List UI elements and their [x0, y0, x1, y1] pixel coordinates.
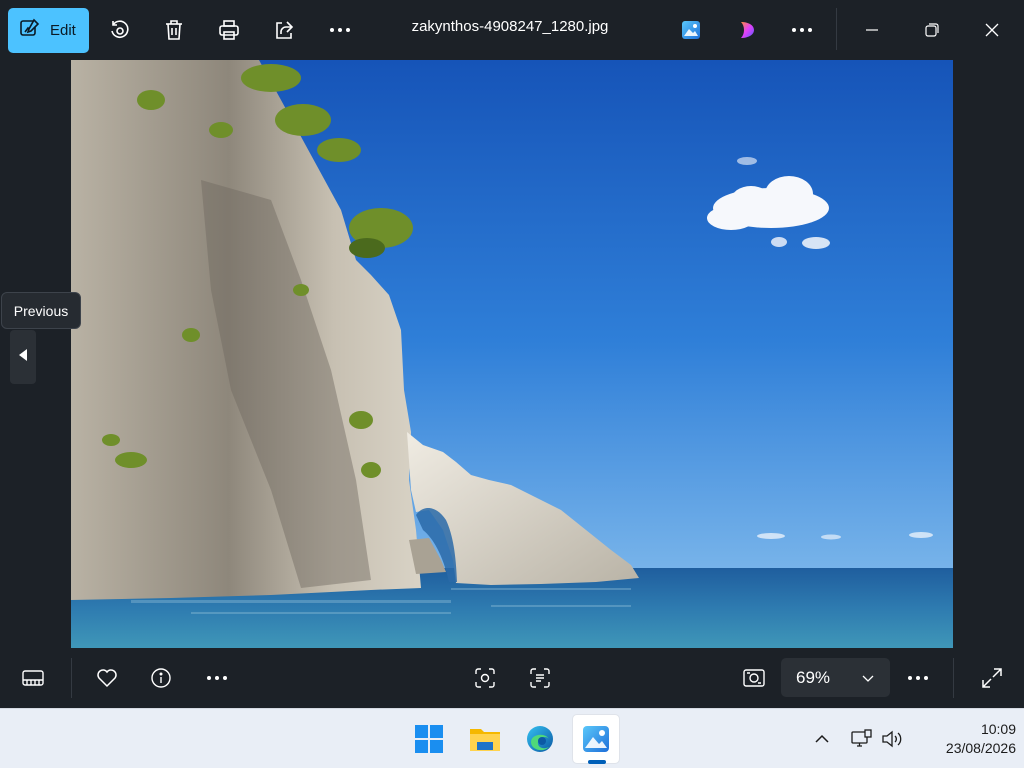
photo-image — [71, 60, 953, 648]
zoom-dropdown[interactable]: 69% — [781, 658, 890, 697]
more-icon[interactable] — [204, 665, 230, 691]
taskbar: 10:09 23/08/2026 — [0, 708, 1024, 768]
file-name: zakynthos-4908247_1280.jpg — [411, 18, 609, 35]
restore-icon[interactable] — [918, 15, 946, 45]
previous-tooltip: Previous — [1, 292, 81, 329]
toolbar-divider — [953, 658, 954, 698]
rotate-icon[interactable] — [105, 15, 133, 45]
start-icon[interactable] — [411, 721, 447, 757]
clock-time: 10:09 — [980, 721, 1016, 737]
volume-icon[interactable] — [874, 721, 910, 757]
favorite-icon[interactable] — [94, 665, 120, 691]
photos-app-icon[interactable] — [677, 15, 705, 45]
previous-button[interactable] — [10, 330, 36, 384]
actual-size-icon[interactable] — [741, 665, 767, 691]
minimize-icon[interactable] — [858, 15, 886, 45]
toolbar-divider — [836, 8, 837, 50]
top-toolbar: Edit zakynthos-4908247_1280.jpg — [0, 0, 1024, 60]
chevron-left-icon — [18, 348, 28, 367]
show-hidden-icons[interactable] — [804, 721, 840, 757]
info-icon[interactable] — [148, 665, 174, 691]
edit-icon — [19, 17, 41, 44]
text-scan-icon[interactable] — [527, 665, 553, 691]
close-icon[interactable] — [978, 15, 1006, 45]
bottom-toolbar: 69% — [0, 648, 1024, 708]
more-icon[interactable] — [905, 665, 931, 691]
clock-date: 23/08/2026 — [945, 740, 1016, 756]
clipchamp-icon[interactable] — [733, 15, 761, 45]
share-icon[interactable] — [270, 15, 298, 45]
visual-search-icon[interactable] — [472, 665, 498, 691]
photos-icon[interactable] — [578, 721, 614, 757]
active-app-indicator — [588, 760, 606, 764]
filmstrip-icon[interactable] — [20, 665, 46, 691]
edge-icon[interactable] — [522, 721, 558, 757]
more-icon[interactable] — [788, 15, 816, 45]
chevron-down-icon — [862, 668, 874, 688]
edit-button-label: Edit — [50, 22, 76, 39]
toolbar-divider — [71, 658, 72, 698]
photo-viewer[interactable] — [71, 60, 953, 648]
edit-button[interactable]: Edit — [8, 8, 89, 53]
file-explorer-icon[interactable] — [467, 721, 503, 757]
system-clock[interactable]: 10:09 23/08/2026 — [916, 720, 1016, 758]
delete-icon[interactable] — [160, 15, 188, 45]
print-icon[interactable] — [215, 15, 243, 45]
fullscreen-icon[interactable] — [979, 665, 1005, 691]
zoom-level: 69% — [796, 667, 831, 687]
